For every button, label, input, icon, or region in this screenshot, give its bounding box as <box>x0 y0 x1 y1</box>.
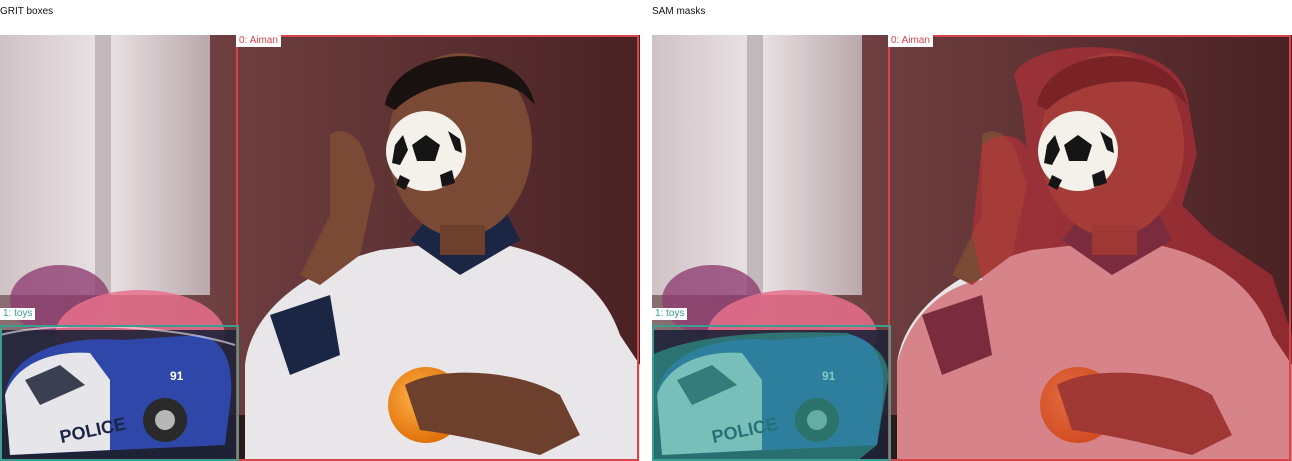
toys-mask-box <box>652 325 891 461</box>
aiman-bounding-box <box>236 35 639 461</box>
panel-title-sam-masks: SAM masks <box>652 6 706 17</box>
toys-bounding-box <box>0 325 239 461</box>
panel-title-grit-boxes: GRIT boxes <box>0 6 54 17</box>
aiman-mask-box <box>888 35 1291 461</box>
aiman-mask-label: 0: Aiman <box>888 35 933 47</box>
sam-masks-panel: POLICE 91 0: Aiman 1: toys <box>652 35 1292 461</box>
toys-box-label: 1: toys <box>0 308 36 320</box>
grit-boxes-panel: POLICE 91 0: Aiman 1: toys <box>0 35 640 461</box>
toys-mask-label: 1: toys <box>652 308 688 320</box>
aiman-box-label: 0: Aiman <box>236 35 281 47</box>
